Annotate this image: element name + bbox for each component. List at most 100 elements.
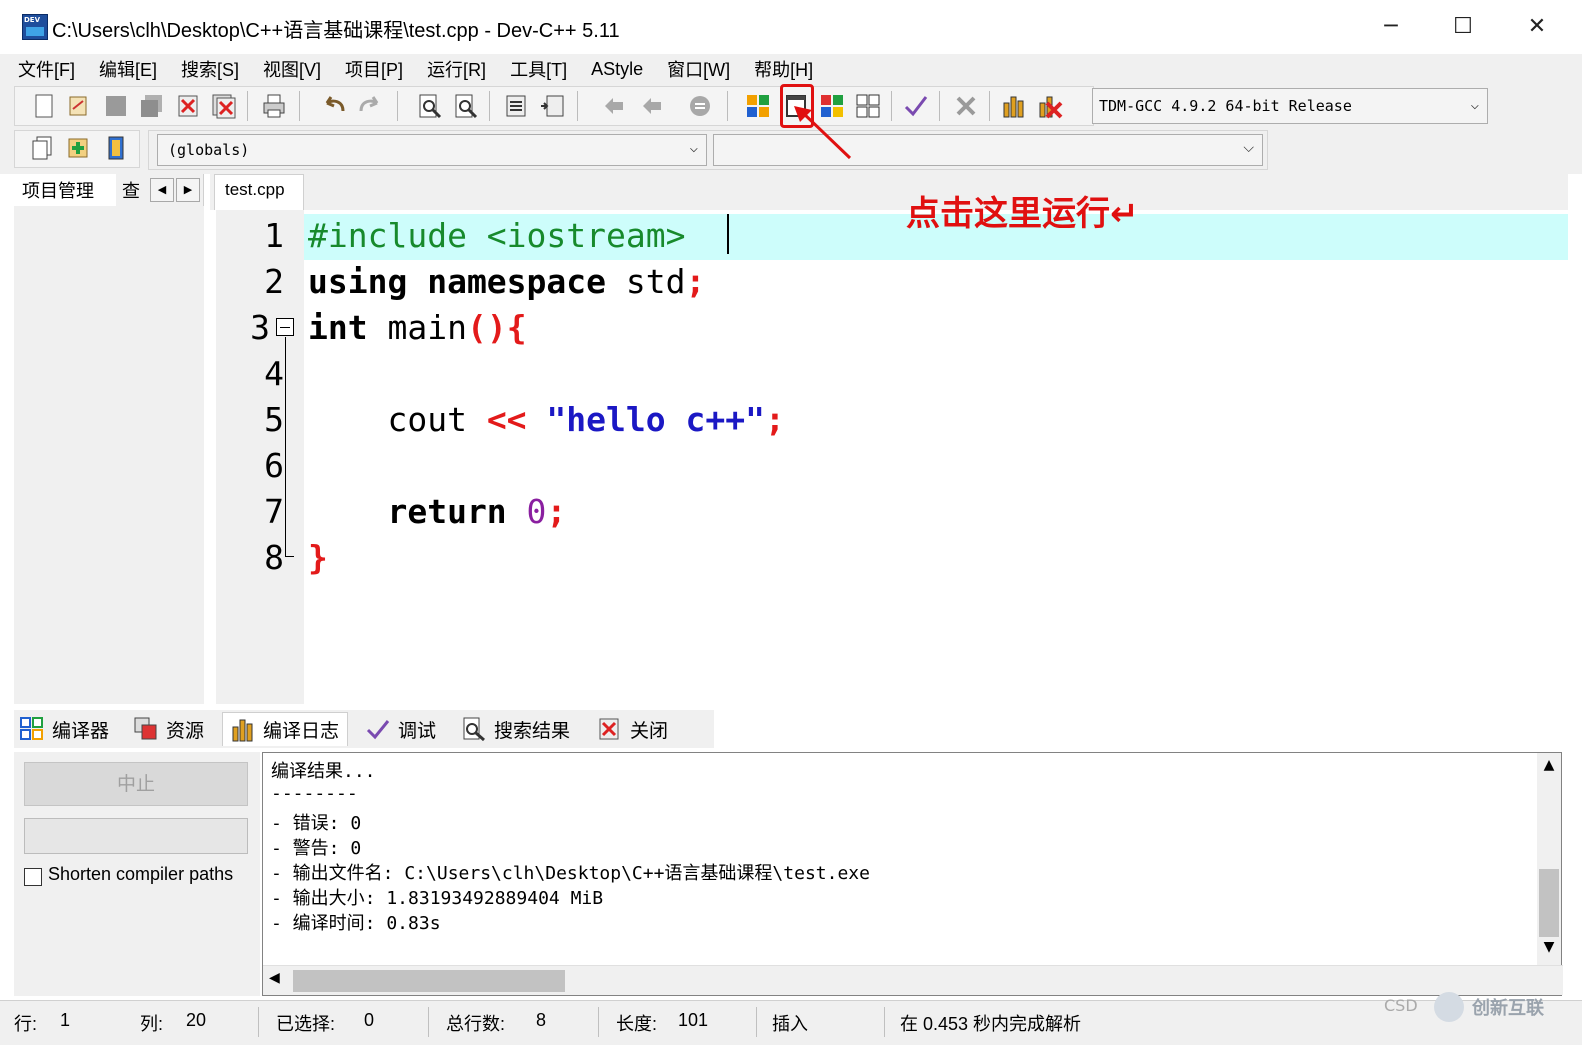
horizontal-scroll-thumb[interactable] (293, 970, 565, 992)
code-token: 0 (506, 492, 547, 531)
tab-class-view[interactable]: 查看 (118, 177, 150, 205)
watermark-logo-icon (1434, 992, 1464, 1022)
tab-compile-log[interactable]: 编译日志 (222, 712, 349, 746)
line-number: 7 (264, 492, 284, 531)
vertical-scroll-thumb[interactable] (1539, 869, 1559, 937)
project-tree[interactable] (14, 206, 204, 704)
project-options-icon[interactable] (103, 135, 129, 161)
menu-tools[interactable]: 工具[T] (510, 56, 567, 82)
menu-view[interactable]: 视图[V] (263, 56, 321, 82)
tab-scroll-left-icon[interactable]: ◀ (150, 178, 174, 202)
toolbar-separator (397, 91, 398, 121)
compile-log-output[interactable]: 编译结果... -------- - 错误: 0 - 警告: 0 - 输出文件名… (262, 752, 1563, 996)
compile-icon[interactable] (745, 93, 771, 119)
code-line: cout << "hello c++"; (308, 400, 784, 439)
close-all-icon[interactable] (211, 93, 237, 119)
horizontal-scrollbar[interactable]: ◀ (263, 965, 1563, 995)
status-selected-value: 0 (364, 1010, 375, 1030)
scroll-down-icon[interactable]: ▼ (1537, 939, 1561, 963)
undo-icon[interactable] (321, 93, 347, 119)
code-token: cout (308, 400, 487, 439)
close-window-button[interactable]: ✕ (1514, 8, 1560, 44)
tab-search-results[interactable]: 搜索结果 (462, 712, 570, 746)
bookmark-forward-icon[interactable] (639, 93, 665, 119)
log-line: - 警告: 0 (271, 838, 362, 859)
status-length-value: 101 (678, 1010, 709, 1030)
bookmark-back-icon[interactable] (601, 93, 627, 119)
title-bar: C:\Users\clh\Desktop\C++语言基础课程\test.cpp … (0, 0, 1582, 54)
close-file-icon[interactable] (175, 93, 201, 119)
scroll-up-icon[interactable]: ▲ (1537, 757, 1561, 781)
tab-test-cpp[interactable]: test.cpp (214, 174, 304, 210)
project-toolbar (14, 130, 140, 168)
status-col-label: 列: (140, 1014, 164, 1034)
menu-window[interactable]: 窗口[W] (667, 56, 730, 82)
menu-file[interactable]: 文件[F] (18, 56, 75, 82)
compiler-select[interactable]: TDM-GCC 4.9.2 64-bit Release ⌵ (1092, 88, 1488, 124)
compiler-select-value: TDM-GCC 4.9.2 64-bit Release (1099, 97, 1352, 115)
log-line: -------- (271, 783, 358, 804)
status-length-label: 长度: (616, 1014, 658, 1034)
shorten-paths-checkbox[interactable] (24, 868, 42, 886)
tab-close-panel[interactable]: 关闭 (598, 712, 668, 746)
code-token: int (308, 308, 368, 347)
code-token: return (308, 492, 507, 531)
find-icon[interactable] (417, 93, 443, 119)
tab-compiler[interactable]: 编译器 (20, 712, 109, 746)
minimize-button[interactable]: ─ (1368, 8, 1414, 44)
chevron-down-icon: ⌵ (1470, 97, 1479, 113)
save-all-icon[interactable] (139, 93, 165, 119)
status-bar: 行: 1 列: 20 已选择: 0 总行数: 8 长度: 101 插入 在 0.… (0, 1000, 1582, 1045)
delete-profile-icon[interactable] (1037, 93, 1063, 119)
redo-icon[interactable] (357, 93, 383, 119)
tab-debug[interactable]: 调试 (366, 712, 436, 746)
chevron-down-icon: ⌵ (689, 140, 698, 156)
tab-compiler-label: 编译器 (52, 720, 110, 742)
new-file-icon[interactable] (31, 93, 57, 119)
scroll-left-icon[interactable]: ◀ (269, 970, 280, 986)
open-file-icon[interactable] (65, 93, 91, 119)
vertical-scrollbar[interactable]: ▲ ▼ (1537, 753, 1561, 965)
menu-astyle[interactable]: AStyle (591, 59, 643, 80)
toolbar-separator (939, 91, 940, 121)
menu-search[interactable]: 搜索[S] (181, 56, 239, 82)
indent-icon[interactable] (503, 93, 529, 119)
unindent-icon[interactable] (539, 93, 565, 119)
stop-execution-icon[interactable] (953, 93, 979, 119)
code-token: ; (685, 262, 706, 301)
status-total-lines-value: 8 (536, 1010, 547, 1030)
code-editor[interactable]: 1 2 3 4 5 6 7 8 #include <iostream> using… (216, 210, 1568, 704)
menu-help[interactable]: 帮助[H] (754, 56, 813, 82)
menu-edit[interactable]: 编辑[E] (99, 56, 157, 82)
menu-project[interactable]: 项目[P] (345, 56, 403, 82)
profile-icon[interactable] (1001, 93, 1027, 119)
save-icon[interactable] (103, 93, 129, 119)
print-icon[interactable] (261, 93, 287, 119)
compile-log-icon (232, 719, 253, 741)
abort-compile-button[interactable]: 中止 (24, 762, 248, 806)
tab-scroll-right-icon[interactable]: ▶ (176, 178, 200, 202)
syntax-check-icon[interactable] (903, 93, 929, 119)
fold-collapse-icon[interactable] (276, 318, 294, 336)
add-to-project-icon[interactable] (65, 135, 91, 161)
maximize-button[interactable]: ☐ (1440, 8, 1486, 44)
devcpp-app-icon[interactable] (22, 14, 48, 40)
shorten-paths-label[interactable]: Shorten compiler paths (48, 864, 233, 885)
log-line: 编译结果... (271, 761, 376, 782)
tab-project-manager[interactable]: 项目管理 (14, 174, 116, 206)
status-divider (598, 1007, 599, 1037)
editor-tab-bar: test.cpp (210, 174, 1568, 210)
replace-icon[interactable] (453, 93, 479, 119)
resources-icon (134, 717, 157, 740)
annotation-arrow-icon (794, 106, 852, 160)
code-token: (){ (466, 308, 527, 347)
scope-select[interactable]: (globals) ⌵ (157, 134, 707, 166)
new-project-icon[interactable] (29, 135, 55, 161)
comment-icon[interactable] (687, 93, 713, 119)
status-divider (756, 1007, 757, 1037)
tab-resources[interactable]: 资源 (134, 712, 204, 746)
menu-execute[interactable]: 运行[R] (427, 56, 486, 82)
toolbar-separator (577, 91, 578, 121)
line-number: 5 (264, 400, 284, 439)
code-token: << (486, 400, 527, 439)
